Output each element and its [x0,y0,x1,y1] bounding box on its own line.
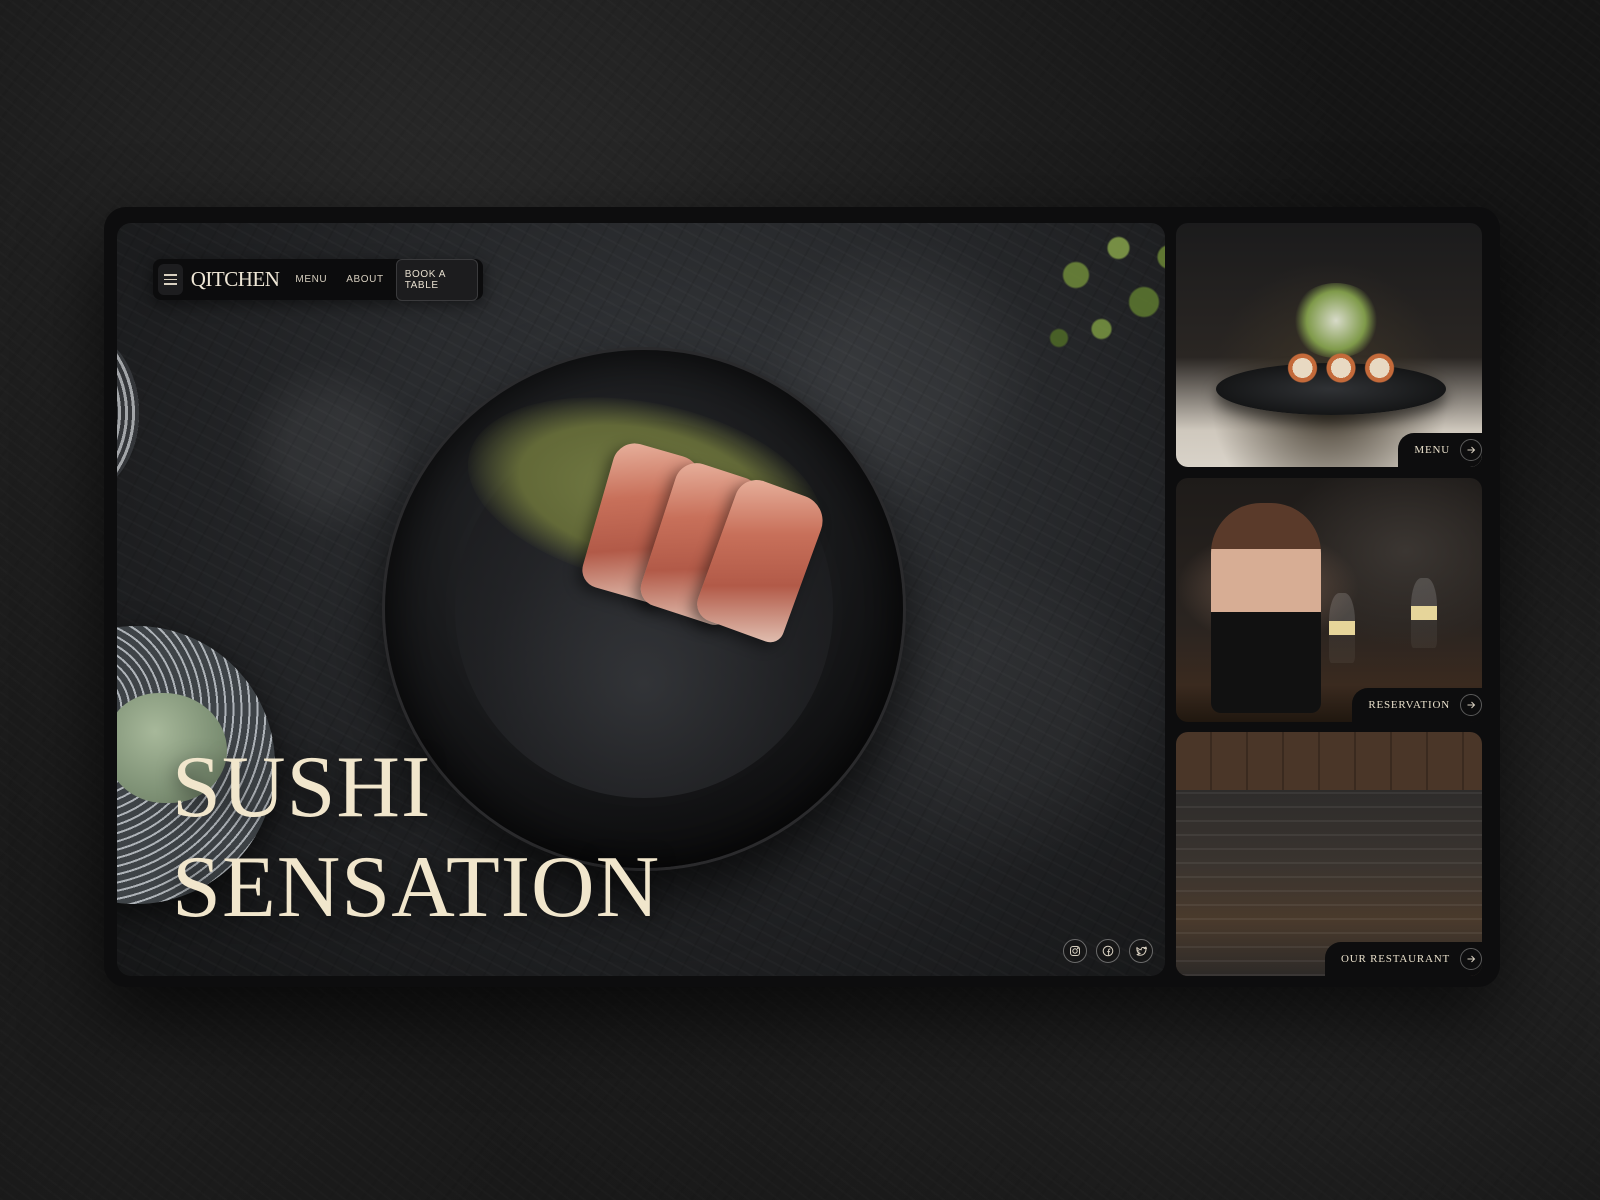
card-label[interactable]: OUR RESTAURANT [1324,942,1482,976]
book-a-table-button[interactable]: BOOK A TABLE [395,258,478,301]
salad-garnish [1291,283,1381,358]
facebook-icon[interactable] [1096,939,1120,963]
sushi-rolls [1286,348,1396,388]
hero-title: SUSHI SENSATION [172,738,660,938]
arrow-right-icon[interactable] [1460,439,1482,461]
card-label-text: MENU [1414,444,1450,456]
wine-glass [1329,593,1355,663]
microgreens-garnish [1025,223,1165,383]
nav-link-about[interactable]: ABOUT [346,274,383,285]
card-label-text: OUR RESTAURANT [1340,953,1450,965]
twitter-icon[interactable] [1129,939,1153,963]
brand-logo[interactable]: QITCHEN [191,267,280,292]
instagram-icon[interactable] [1063,939,1087,963]
menu-card[interactable]: MENU [1176,223,1482,467]
arrow-right-icon[interactable] [1460,694,1482,716]
card-label[interactable]: MENU [1398,433,1482,467]
card-label-text: RESERVATION [1368,699,1450,711]
reservation-card[interactable]: RESERVATION [1176,478,1482,722]
card-label[interactable]: RESERVATION [1352,688,1482,722]
our-restaurant-card[interactable]: OUR RESTAURANT [1176,732,1482,976]
hero-title-line-1: SUSHI [172,739,432,836]
wine-glass [1411,578,1437,648]
arrow-right-icon[interactable] [1460,948,1482,970]
hamburger-menu-icon[interactable] [158,264,183,295]
nav-link-menu[interactable]: MENU [295,274,327,285]
hero-title-line-2: SENSATION [172,839,661,936]
top-navigation: QITCHEN MENU ABOUT BOOK A TABLE [153,258,483,301]
woman-at-table [1211,503,1321,713]
social-links [1063,939,1153,963]
